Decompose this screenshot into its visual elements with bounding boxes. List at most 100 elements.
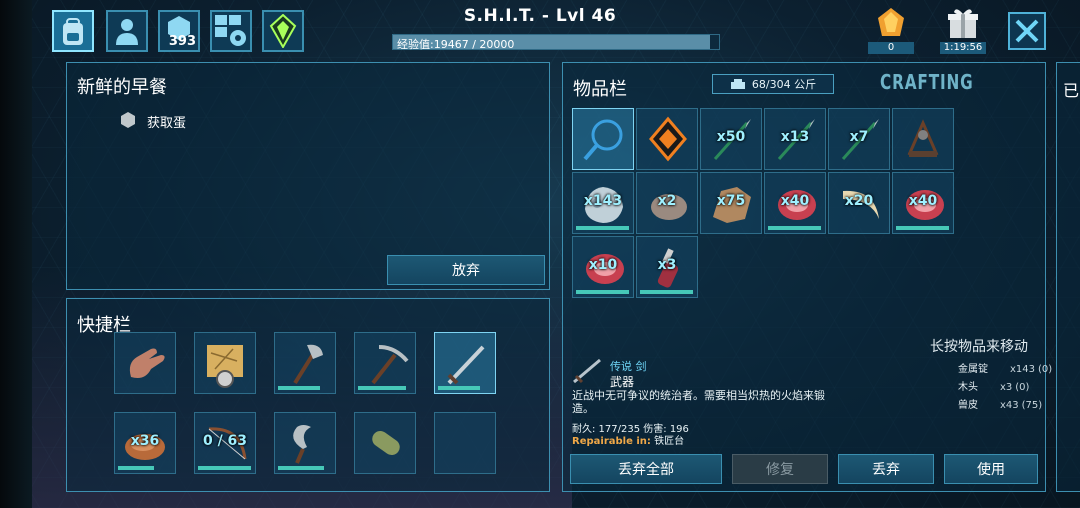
hotbar-slot-map-compass[interactable]: [194, 332, 256, 394]
quest-panel: 新鲜的早餐 获取蛋 放弃: [66, 62, 550, 290]
abandon-quest-button[interactable]: 放弃: [387, 255, 545, 285]
repair-key: Repairable in:: [572, 436, 651, 447]
hotbar-slot-hatchet[interactable]: [274, 332, 336, 394]
quest-objective: 获取蛋: [147, 116, 187, 131]
character-icon: [116, 19, 138, 45]
sleeping-bag-icon: [372, 430, 400, 456]
inventory-slot-raw-meat[interactable]: x10: [572, 236, 634, 298]
inventory-slot-spear[interactable]: x7: [828, 108, 890, 170]
slot-quantity: x2: [657, 193, 677, 209]
slot-quantity: x36: [130, 433, 160, 449]
durability-bar: [576, 226, 629, 230]
xp-text: 经验值:19467 / 20000: [397, 38, 515, 51]
left-edge: [0, 0, 32, 508]
hotbar-slot-hand[interactable]: [114, 332, 176, 394]
crafting-tab[interactable]: CRAFTING: [880, 70, 974, 94]
settings-icon: [215, 15, 246, 46]
inventory-slot-tek-implant[interactable]: [636, 108, 698, 170]
sword-icon: [447, 345, 485, 385]
inventory-slot-raw-meat[interactable]: x40: [892, 172, 954, 234]
settings-tab[interactable]: [210, 10, 252, 52]
tek-crystal-icon: [269, 14, 297, 48]
tek-implant-icon: [649, 116, 687, 162]
requirement-name: 兽皮: [958, 400, 978, 411]
durability-bar: [278, 466, 324, 470]
item-description: 近战中无可争议的统治者。需要相当炽热的火焰来锻造。: [572, 389, 825, 415]
slot-quantity: x75: [716, 193, 746, 209]
durability-bar: [198, 466, 251, 470]
item-type: 武器: [610, 375, 635, 389]
repair-station: 铁匠台: [654, 436, 685, 447]
xp-bar: 经验值:19467 / 20000: [392, 34, 720, 51]
requirement-name: 金属锭: [958, 364, 988, 375]
close-button[interactable]: [1008, 12, 1046, 50]
requirement-row: 兽皮 x43 (75): [958, 396, 1042, 411]
durability-bar: [278, 386, 320, 390]
inventory-slot-bottle[interactable]: x3: [636, 236, 698, 298]
hotbar-slot-pickaxe[interactable]: [354, 332, 416, 394]
hotbar-slot-sleeping-bag[interactable]: [354, 412, 416, 474]
inventory-slot-stone[interactable]: x2: [636, 172, 698, 234]
durability-bar: [640, 290, 693, 294]
inventory-slot-hide[interactable]: x75: [700, 172, 762, 234]
player-title: S.H.I.T. - Lvl 46: [463, 6, 617, 26]
tek-tab[interactable]: [262, 10, 304, 52]
right-panel-title-fragment: 已: [1063, 81, 1080, 100]
backpack-tab[interactable]: [52, 10, 94, 52]
drop-button[interactable]: 丢弃: [838, 454, 934, 484]
hand-icon: [129, 348, 165, 378]
requirement-have: (0): [1038, 364, 1053, 375]
slot-quantity: x10: [588, 257, 618, 273]
slot-quantity: x50: [716, 129, 746, 145]
requirement-have: (75): [1021, 400, 1043, 411]
campfire-icon: [907, 119, 939, 157]
durability-bar: [358, 386, 406, 390]
hotbar-slot-cooked-meat[interactable]: x36: [114, 412, 176, 474]
ember-icon: [878, 8, 904, 36]
pickaxe-icon: [371, 345, 409, 385]
character-tab[interactable]: [106, 10, 148, 52]
element-shop-button[interactable]: 0: [868, 6, 914, 54]
magnifier-icon: [583, 119, 623, 161]
slot-quantity: x20: [844, 193, 874, 209]
slot-quantity: x13: [780, 129, 810, 145]
inventory-slot-magnifier[interactable]: [572, 108, 634, 170]
inventory-slot-metal-ore[interactable]: x143: [572, 172, 634, 234]
durability-bar: [576, 290, 629, 294]
map-compass-icon: [207, 345, 243, 388]
engrams-tab[interactable]: 393: [158, 10, 200, 52]
slot-quantity: x3: [657, 257, 677, 273]
requirement-have: (0): [1015, 382, 1030, 393]
inventory-slot-campfire[interactable]: [892, 108, 954, 170]
drop-all-button[interactable]: 丢弃全部: [570, 454, 722, 484]
requirement-count: x143: [1010, 364, 1036, 375]
durability-bar: [118, 466, 154, 470]
hotbar-slot-sickle[interactable]: [274, 412, 336, 474]
hotbar-slot-bow[interactable]: 0 / 63: [194, 412, 256, 474]
gift-button[interactable]: 1:19:56: [940, 6, 986, 54]
slot-quantity: x7: [849, 129, 869, 145]
durability-bar: [438, 386, 480, 390]
close-icon: [1015, 19, 1039, 43]
use-button[interactable]: 使用: [944, 454, 1038, 484]
slot-quantity: x40: [780, 193, 810, 209]
inventory-slot-spear[interactable]: x50: [700, 108, 762, 170]
sickle-icon: [293, 425, 311, 464]
inventory-slot-raw-meat[interactable]: x40: [764, 172, 826, 234]
quest-title: 新鲜的早餐: [77, 77, 167, 98]
gift-timer: 1:19:56: [940, 42, 986, 54]
requirement-row: 木头 x3 (0): [958, 378, 1029, 393]
inventory-slot-spear[interactable]: x13: [764, 108, 826, 170]
hotbar-slot-empty[interactable]: [434, 412, 496, 474]
requirement-name: 木头: [958, 382, 978, 393]
requirement-count: x3: [1000, 382, 1013, 393]
durability-bar: [896, 226, 949, 230]
slot-quantity: 0 / 63: [202, 433, 248, 449]
requirement-row: 金属锭 x143 (0): [958, 360, 1052, 375]
weight-icon: [730, 79, 745, 89]
weight-text: 68/304 公斤: [751, 78, 817, 91]
repair-button[interactable]: 修复: [732, 454, 828, 484]
hotbar-slot-sword[interactable]: [434, 332, 496, 394]
sword-info-icon: [573, 358, 601, 384]
inventory-slot-tusk[interactable]: x20: [828, 172, 890, 234]
